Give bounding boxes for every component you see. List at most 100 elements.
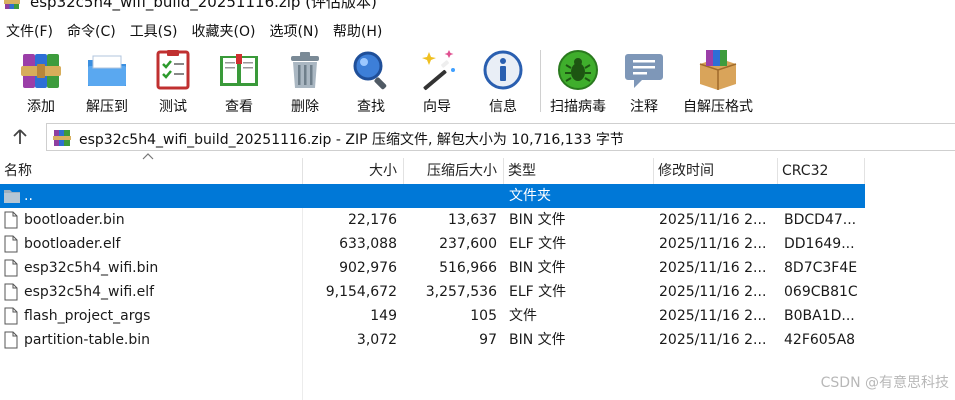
trash-can-icon: [291, 52, 319, 88]
toolbar-separator: [540, 50, 541, 112]
file-mtime: 2025/11/16 2...: [659, 308, 767, 324]
test-label: 测试: [159, 99, 187, 115]
file-icon: [4, 307, 18, 325]
sfx-button[interactable]: 自解压格式: [677, 44, 759, 118]
magnifier-icon: [353, 51, 387, 90]
column-header-type[interactable]: 类型: [504, 158, 654, 184]
table-row[interactable]: flash_project_args 149 105 文件 2025/11/16…: [0, 304, 865, 328]
delete-button[interactable]: 删除: [272, 44, 338, 118]
file-icon: [4, 331, 18, 349]
add-button[interactable]: 添加: [8, 44, 74, 118]
file-name: bootloader.bin: [24, 212, 125, 228]
file-crc: BDCD47...: [784, 212, 857, 228]
file-name: bootloader.elf: [24, 236, 121, 252]
add-label: 添加: [27, 99, 55, 115]
file-name: flash_project_args: [24, 308, 151, 324]
file-size: 3,072: [356, 332, 397, 348]
delete-label: 删除: [291, 99, 319, 115]
file-icon: [4, 211, 18, 229]
file-size: 22,176: [348, 212, 397, 228]
file-type: 文件: [509, 308, 537, 324]
archive-books-icon: [21, 54, 61, 88]
address-text: esp32c5h4_wifi_build_20251116.zip - ZIP …: [79, 132, 624, 148]
info-label: 信息: [489, 99, 517, 115]
column-header-packed[interactable]: 压缩后大小: [404, 158, 504, 184]
table-row[interactable]: esp32c5h4_wifi.bin 902,976 516,966 BIN 文…: [0, 256, 865, 280]
column-header-mtime[interactable]: 修改时间: [654, 158, 778, 184]
menu-tools[interactable]: 工具(S): [128, 21, 186, 41]
table-row[interactable]: esp32c5h4_wifi.elf 9,154,672 3,257,536 E…: [0, 280, 865, 304]
view-button[interactable]: 查看: [206, 44, 272, 118]
parent-folder-row[interactable]: .. 文件夹: [0, 184, 865, 208]
column-header-size[interactable]: 大小: [303, 158, 404, 184]
table-row[interactable]: bootloader.elf 633,088 237,600 ELF 文件 20…: [0, 232, 865, 256]
zip-archive-icon: [53, 130, 71, 146]
wizard-button[interactable]: 向导: [404, 44, 470, 118]
file-packed-size: 3,257,536: [425, 284, 497, 300]
comment-label: 注释: [630, 99, 658, 115]
menu-commands[interactable]: 命令(C): [65, 21, 124, 41]
file-type: BIN 文件: [509, 212, 566, 228]
view-label: 查看: [225, 99, 253, 115]
bug-scan-icon: [558, 50, 598, 90]
file-size: 9,154,672: [325, 284, 397, 300]
folder-extract-icon: [88, 55, 126, 86]
comment-button[interactable]: 注释: [611, 44, 677, 118]
title-bar: esp32c5h4_wifi_build_20251116.zip (评估版本): [0, 0, 955, 16]
extract-to-button[interactable]: 解压到: [74, 44, 140, 118]
virus-scan-button[interactable]: 扫描病毒: [545, 44, 611, 118]
info-button[interactable]: 信息: [470, 44, 536, 118]
up-folder-button[interactable]: [8, 125, 32, 149]
column-header-name[interactable]: 名称: [0, 158, 303, 184]
menu-file[interactable]: 文件(F): [4, 21, 61, 41]
file-size: 902,976: [339, 260, 397, 276]
folder-icon: [4, 190, 20, 203]
sfx-label: 自解压格式: [683, 99, 753, 115]
file-packed-size: 13,637: [448, 212, 497, 228]
file-crc: 069CB81C: [784, 284, 858, 300]
wizard-label: 向导: [423, 99, 451, 115]
address-field[interactable]: esp32c5h4_wifi_build_20251116.zip - ZIP …: [46, 123, 955, 151]
file-crc: 42F605A8: [784, 332, 856, 348]
file-packed-size: 105: [470, 308, 497, 324]
file-name: esp32c5h4_wifi.bin: [24, 260, 159, 276]
parent-folder-name: ..: [24, 188, 33, 204]
table-row[interactable]: bootloader.bin 22,176 13,637 BIN 文件 2025…: [0, 208, 865, 232]
column-header-crc[interactable]: CRC32: [778, 158, 865, 184]
menu-favorites[interactable]: 收藏夹(O): [190, 21, 264, 41]
file-icon: [4, 259, 18, 277]
file-packed-size: 97: [479, 332, 497, 348]
file-mtime: 2025/11/16 2...: [659, 212, 767, 228]
menu-bar: 文件(F) 命令(C) 工具(S) 收藏夹(O) 选项(N) 帮助(H): [0, 18, 955, 44]
file-mtime: 2025/11/16 2...: [659, 236, 767, 252]
table-row[interactable]: partition-table.bin 3,072 97 BIN 文件 2025…: [0, 328, 865, 352]
virus-scan-label: 扫描病毒: [550, 99, 606, 115]
file-packed-size: 237,600: [439, 236, 497, 252]
extract-to-label: 解压到: [86, 99, 128, 115]
file-size: 633,088: [339, 236, 397, 252]
address-bar: esp32c5h4_wifi_build_20251116.zip - ZIP …: [0, 121, 955, 153]
file-mtime: 2025/11/16 2...: [659, 260, 767, 276]
file-type: ELF 文件: [509, 236, 567, 252]
file-icon: [4, 235, 18, 253]
file-packed-size: 516,966: [439, 260, 497, 276]
file-type: BIN 文件: [509, 260, 566, 276]
column-header-row: 名称 大小 压缩后大小 类型 修改时间 CRC32: [0, 153, 865, 184]
menu-help[interactable]: 帮助(H): [331, 21, 390, 41]
file-type: ELF 文件: [509, 284, 567, 300]
find-button[interactable]: 查找: [338, 44, 404, 118]
speech-bubble-icon: [625, 54, 663, 88]
file-crc: B0BA1D...: [784, 308, 855, 324]
arrow-up-icon: [13, 129, 27, 144]
menu-options[interactable]: 选项(N): [267, 21, 326, 41]
open-book-icon: [220, 54, 258, 86]
info-icon: [483, 50, 523, 90]
toolbar: 添加 解压到 测试 查看 删除 查找 向导 信息 扫描病毒 注释 自解压格式: [0, 44, 955, 118]
file-name: partition-table.bin: [24, 332, 151, 348]
file-mtime: 2025/11/16 2...: [659, 332, 767, 348]
find-label: 查找: [357, 99, 385, 115]
parent-folder-type: 文件夹: [509, 188, 551, 204]
file-mtime: 2025/11/16 2...: [659, 284, 767, 300]
file-crc: 8D7C3F4E: [784, 260, 858, 276]
test-button[interactable]: 测试: [140, 44, 206, 118]
